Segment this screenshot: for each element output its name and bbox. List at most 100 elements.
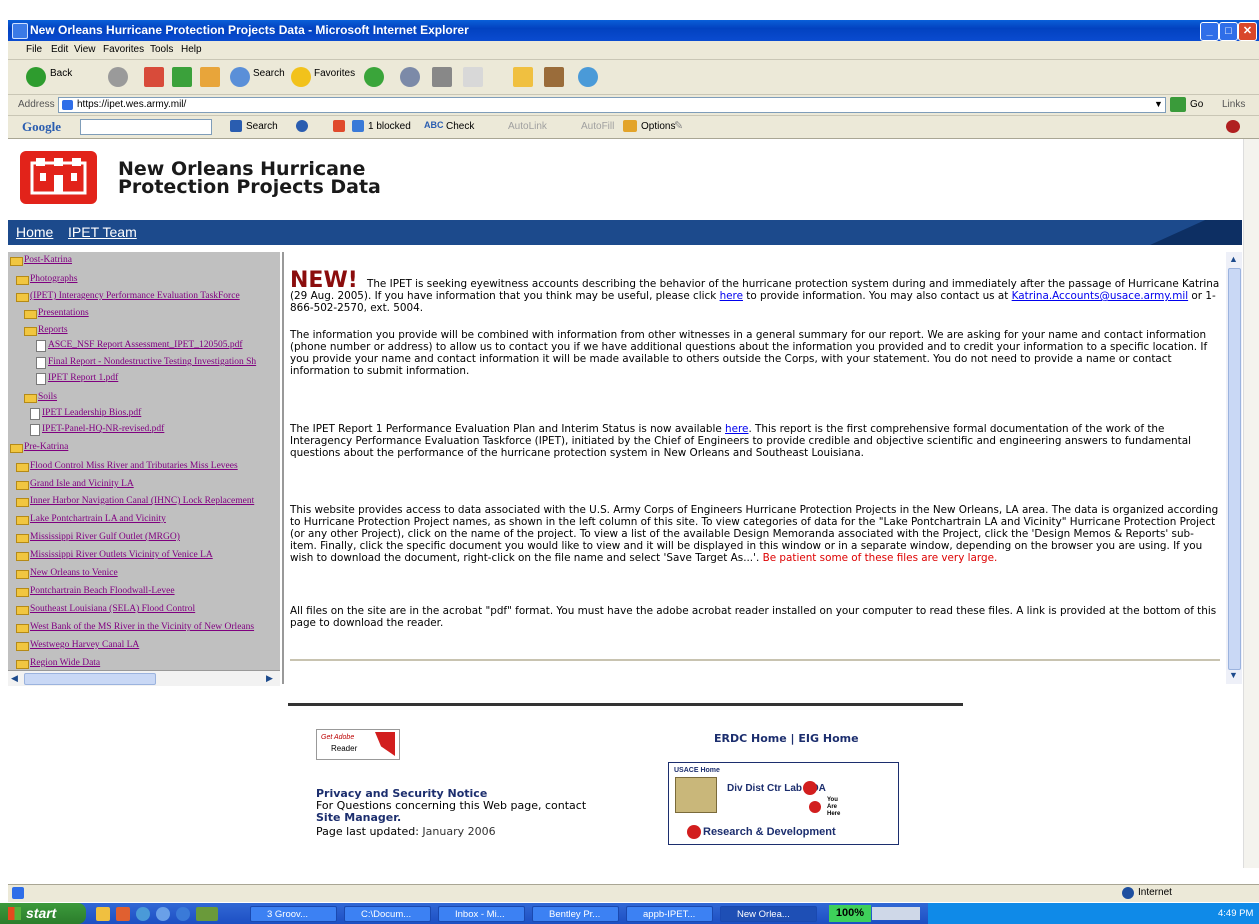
- go-button[interactable]: Go: [1190, 99, 1203, 110]
- rd-image-map[interactable]: USACE Home Div Dist Ctr Lab FOA You Are …: [668, 762, 899, 845]
- favorites-star-icon[interactable]: [291, 67, 311, 87]
- menu-tools[interactable]: Tools: [150, 44, 173, 55]
- tree-file-link[interactable]: IPET Leadership Bios.pdf: [42, 408, 141, 418]
- site-manager-link[interactable]: Site Manager.: [316, 811, 401, 824]
- scroll-left-icon[interactable]: ◀: [11, 673, 18, 684]
- autofill-button[interactable]: AutoFill: [581, 121, 614, 132]
- links-button[interactable]: Links: [1222, 99, 1245, 110]
- eig-home-link[interactable]: EIG Home: [798, 732, 858, 745]
- eyewitness-here-link[interactable]: here: [720, 290, 743, 302]
- project-tree-frame[interactable]: Post-Katrina Photographs (IPET) Interagenc…: [8, 252, 280, 670]
- quick-launch-app-icon[interactable]: [96, 907, 110, 921]
- tree-folder-link[interactable]: Mississippi River Gulf Outlet (MRGO): [30, 532, 180, 542]
- page-info-icon[interactable]: [296, 120, 308, 132]
- page-scrollbar[interactable]: [1243, 139, 1259, 868]
- tree-folder-link[interactable]: New Orleans to Venice: [30, 568, 118, 578]
- edit-icon[interactable]: [463, 67, 483, 87]
- menu-view[interactable]: View: [74, 44, 96, 55]
- tree-folder-link[interactable]: Lake Pontchartrain LA and Vicinity: [30, 514, 166, 524]
- tree-folder-link[interactable]: Inner Harbor Navigation Canal (IHNC) Loc…: [30, 496, 254, 506]
- tree-folder-link[interactable]: Westwego Harvey Canal LA: [30, 640, 139, 650]
- search-icon[interactable]: [230, 67, 250, 87]
- task-inbox[interactable]: Inbox - Mi...: [438, 906, 525, 922]
- go-arrow-icon[interactable]: [1170, 97, 1186, 112]
- maximize-button[interactable]: □: [1219, 22, 1238, 41]
- close-button[interactable]: ✕: [1238, 22, 1257, 41]
- usace-home-link[interactable]: USACE Home: [674, 767, 720, 774]
- tree-folder-link[interactable]: Post-Katrina: [24, 255, 72, 265]
- check-button[interactable]: Check: [446, 121, 474, 132]
- print-icon[interactable]: [432, 67, 452, 87]
- autolink-button[interactable]: AutoLink: [508, 121, 547, 132]
- start-button[interactable]: start: [0, 903, 86, 924]
- favorites-button[interactable]: Favorites: [314, 68, 355, 79]
- home-icon[interactable]: [200, 67, 220, 87]
- task-appb-ipet[interactable]: appb-IPET...: [626, 906, 713, 922]
- clock[interactable]: 4:49 PM: [1218, 908, 1253, 919]
- tree-folder-link[interactable]: Flood Control Miss River and Tributaries…: [30, 461, 238, 471]
- back-button[interactable]: Back: [50, 68, 72, 79]
- katrina-email-link[interactable]: Katrina.Accounts@usace.army.mil: [1012, 290, 1188, 302]
- forward-arrow-icon[interactable]: [108, 67, 128, 87]
- task-bentley[interactable]: Bentley Pr...: [532, 906, 619, 922]
- quick-launch-office-icon[interactable]: [116, 907, 130, 921]
- window-title-bar[interactable]: New Orleans Hurricane Protection Project…: [8, 20, 1259, 41]
- menu-help[interactable]: Help: [181, 44, 202, 55]
- google-search-input[interactable]: [80, 119, 212, 135]
- nav-home-link[interactable]: Home: [16, 224, 53, 240]
- tree-file-link[interactable]: IPET Report 1.pdf: [48, 373, 118, 383]
- tree-folder-link[interactable]: Region Wide Data: [30, 658, 100, 668]
- folder-icon[interactable]: [513, 67, 533, 87]
- tree-folder-link[interactable]: West Bank of the MS River in the Vicinit…: [30, 622, 254, 632]
- task-explorer[interactable]: C:\Docum...: [344, 906, 431, 922]
- back-arrow-icon[interactable]: [26, 67, 46, 87]
- tree-folder-link[interactable]: Mississippi River Outlets Vicinity of Ve…: [30, 550, 213, 560]
- menu-favorites[interactable]: Favorites: [103, 44, 144, 55]
- mail-icon[interactable]: [400, 67, 420, 87]
- research-icon[interactable]: [544, 67, 564, 87]
- menu-edit[interactable]: Edit: [51, 44, 68, 55]
- erdc-home-link[interactable]: ERDC Home: [714, 732, 787, 745]
- google-logo[interactable]: Google: [22, 119, 61, 135]
- tree-file-link[interactable]: IPET-Panel-HQ-NR-revised.pdf: [42, 424, 164, 434]
- history-icon[interactable]: [364, 67, 384, 87]
- tree-file-link[interactable]: Final Report - Nondestructive Testing In…: [48, 357, 256, 367]
- messenger-icon[interactable]: [578, 67, 598, 87]
- highlighter-icon[interactable]: ✎: [674, 119, 683, 132]
- menu-file[interactable]: File: [26, 44, 42, 55]
- content-vertical-scrollbar[interactable]: ▲ ▼: [1226, 252, 1242, 684]
- options-button[interactable]: Options: [641, 121, 675, 132]
- address-input[interactable]: https://ipet.wes.army.mil/: [58, 97, 1166, 113]
- search-button[interactable]: Search: [253, 68, 285, 79]
- toolbar-extension-icon[interactable]: [1226, 120, 1240, 133]
- tree-folder-link[interactable]: Reports: [38, 325, 68, 335]
- scroll-right-icon[interactable]: ▶: [266, 673, 273, 684]
- refresh-icon[interactable]: [172, 67, 192, 87]
- address-dropdown-icon[interactable]: ▼: [1154, 99, 1163, 109]
- google-search-button[interactable]: Search: [246, 121, 278, 132]
- content-scroll-thumb[interactable]: [1228, 268, 1241, 670]
- ipet-report-here-link[interactable]: here: [725, 423, 748, 435]
- quick-launch-desktop-icon[interactable]: [176, 907, 190, 921]
- tree-file-link[interactable]: ASCE_NSF Report Assessment_IPET_120505.p…: [48, 340, 243, 350]
- quick-launch-ie-icon[interactable]: [156, 907, 170, 921]
- tree-folder-link[interactable]: Presentations: [38, 308, 89, 318]
- get-adobe-reader-badge[interactable]: Get Adobe Reader: [316, 729, 400, 760]
- tree-folder-link[interactable]: Pre-Katrina: [24, 442, 68, 452]
- tree-horizontal-scrollbar[interactable]: ◀ ▶: [8, 670, 280, 686]
- tree-folder-link[interactable]: Pontchartrain Beach Floodwall-Levee: [30, 586, 175, 596]
- tree-folder-link[interactable]: (IPET) Interagency Performance Evaluatio…: [30, 291, 240, 301]
- tree-folder-link[interactable]: Grand Isle and Vicinity LA: [30, 479, 134, 489]
- scroll-up-icon[interactable]: ▲: [1229, 254, 1238, 264]
- research-development-text[interactable]: Research & Development: [703, 826, 836, 838]
- popups-blocked[interactable]: 1 blocked: [368, 121, 411, 132]
- task-new-orleans[interactable]: New Orlea...: [720, 906, 817, 922]
- minimize-button[interactable]: _: [1200, 22, 1219, 41]
- quick-launch-browser-icon[interactable]: [136, 907, 150, 921]
- task-groove[interactable]: 3 Groov...: [250, 906, 337, 922]
- quick-launch-editor-icon[interactable]: [196, 907, 218, 921]
- nav-ipet-team-link[interactable]: IPET Team: [68, 224, 137, 240]
- tree-folder-link[interactable]: Southeast Louisiana (SELA) Flood Control: [30, 604, 195, 614]
- tree-folder-link[interactable]: Soils: [38, 392, 57, 402]
- scroll-down-icon[interactable]: ▼: [1229, 670, 1238, 680]
